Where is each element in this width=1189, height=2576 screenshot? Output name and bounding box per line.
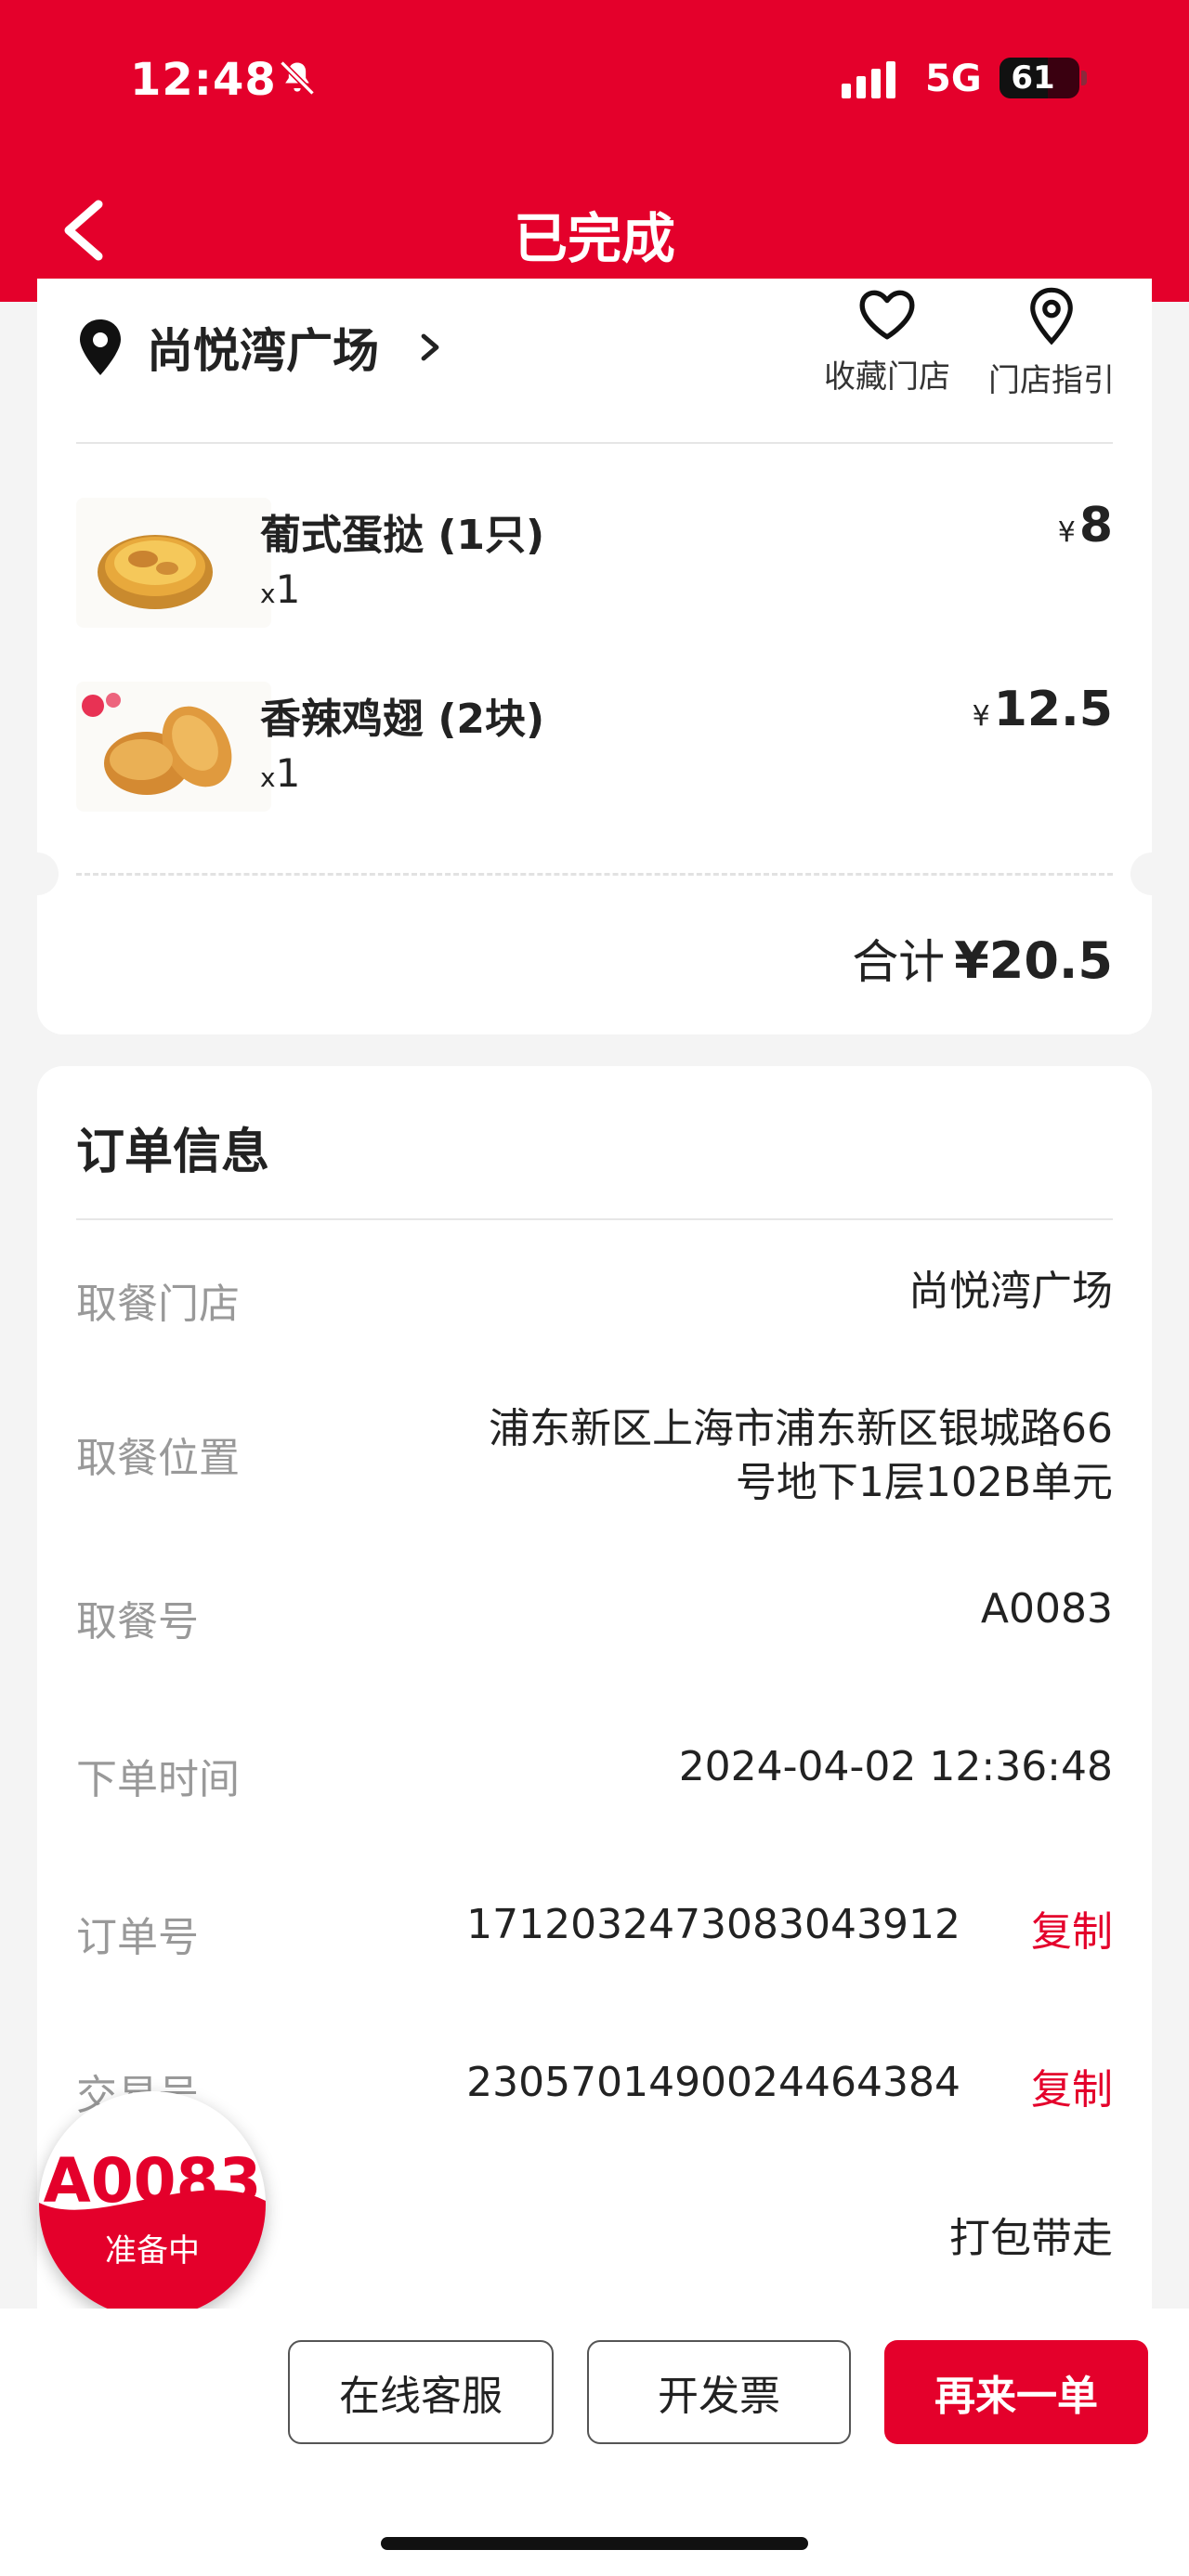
perforation-divider bbox=[76, 873, 1113, 876]
item-name: 香辣鸡翅 (2块) bbox=[260, 696, 545, 743]
order-time-label: 下单时间 bbox=[76, 1756, 240, 1803]
home-indicator bbox=[381, 2537, 808, 2550]
pickup-number-float-badge[interactable]: A0083 准备中 bbox=[39, 2091, 266, 2318]
badge-status: 准备中 bbox=[105, 2232, 200, 2270]
copy-order-number-button[interactable]: 复制 bbox=[1031, 1898, 1113, 1958]
header-bar: 12:48 5G 61 已完成 bbox=[0, 0, 1189, 302]
store-guide-label: 门店指引 bbox=[988, 362, 1115, 399]
pickup-number-value: A0083 bbox=[980, 1585, 1113, 1633]
favorite-store-label: 收藏门店 bbox=[824, 358, 950, 396]
status-time: 12:48 bbox=[130, 54, 277, 106]
badge-pickup-number: A0083 bbox=[43, 2145, 262, 2217]
order-info-title: 订单信息 bbox=[76, 1125, 270, 1180]
item-name: 葡式蛋挞 (1只) bbox=[260, 512, 545, 559]
store-name[interactable]: 尚悦湾广场 bbox=[147, 314, 379, 381]
divider bbox=[76, 1218, 1113, 1220]
total-label: 合计 bbox=[852, 935, 946, 989]
map-pin-outline-icon bbox=[1030, 287, 1073, 345]
bottom-action-bar: 在线客服 开发票 再来一单 bbox=[0, 2309, 1189, 2576]
total-amount: ¥20.5 bbox=[954, 931, 1113, 990]
ticket-notch-right bbox=[1130, 852, 1173, 895]
copy-transaction-number-button[interactable]: 复制 bbox=[1031, 2056, 1113, 2115]
order-number-value: 1712032473083043912 bbox=[466, 1901, 960, 1948]
item-quantity: x1 bbox=[260, 566, 301, 612]
battery-icon: 61 bbox=[1000, 58, 1079, 98]
store-guide-button[interactable]: 门店指引 bbox=[977, 286, 1126, 400]
pickup-number-label: 取餐号 bbox=[76, 1598, 199, 1646]
egg-tart-image bbox=[76, 498, 271, 628]
invoice-button[interactable]: 开发票 bbox=[587, 2340, 851, 2444]
online-service-button[interactable]: 在线客服 bbox=[288, 2340, 554, 2444]
ticket-notch-left bbox=[16, 852, 59, 895]
network-type: 5G bbox=[925, 58, 982, 100]
spicy-wings-image bbox=[76, 682, 271, 812]
pickup-location-value: 浦东新区上海市浦东新区银城路66 号地下1层102B单元 bbox=[489, 1405, 1113, 1506]
order-total: 合计 ¥20.5 bbox=[852, 925, 1113, 992]
order-time-value: 2024-04-02 12:36:48 bbox=[678, 1743, 1113, 1790]
battery-level: 61 bbox=[1011, 59, 1055, 97]
item-quantity: x1 bbox=[260, 750, 301, 796]
reorder-button[interactable]: 再来一单 bbox=[884, 2340, 1148, 2444]
chevron-right-icon[interactable] bbox=[420, 332, 440, 362]
cellular-signal-icon bbox=[842, 61, 895, 98]
pickup-store-label: 取餐门店 bbox=[76, 1281, 240, 1328]
battery-tip bbox=[1081, 71, 1087, 85]
pickup-location-label: 取餐位置 bbox=[76, 1435, 240, 1482]
page-title: 已完成 bbox=[513, 207, 675, 270]
location-pin-icon bbox=[80, 319, 121, 375]
item-price: ¥12.5 bbox=[972, 682, 1113, 737]
dining-option-value: 打包带走 bbox=[949, 2215, 1113, 2262]
pickup-store-value: 尚悦湾广场 bbox=[908, 1268, 1113, 1315]
item-price: ¥8 bbox=[1057, 498, 1113, 553]
favorite-store-button[interactable]: 收藏门店 bbox=[817, 286, 957, 397]
transaction-number-value: 2305701490024464384 bbox=[466, 2059, 960, 2106]
order-items-card: 尚悦湾广场 收藏门店 门店指引 葡式蛋挞 (1只) x1 ¥8 香辣鸡翅 (2块… bbox=[16, 279, 1173, 1034]
divider bbox=[76, 442, 1113, 444]
bell-muted-icon bbox=[280, 60, 315, 96]
order-number-label: 订单号 bbox=[76, 1914, 199, 1961]
heart-icon bbox=[859, 290, 915, 340]
